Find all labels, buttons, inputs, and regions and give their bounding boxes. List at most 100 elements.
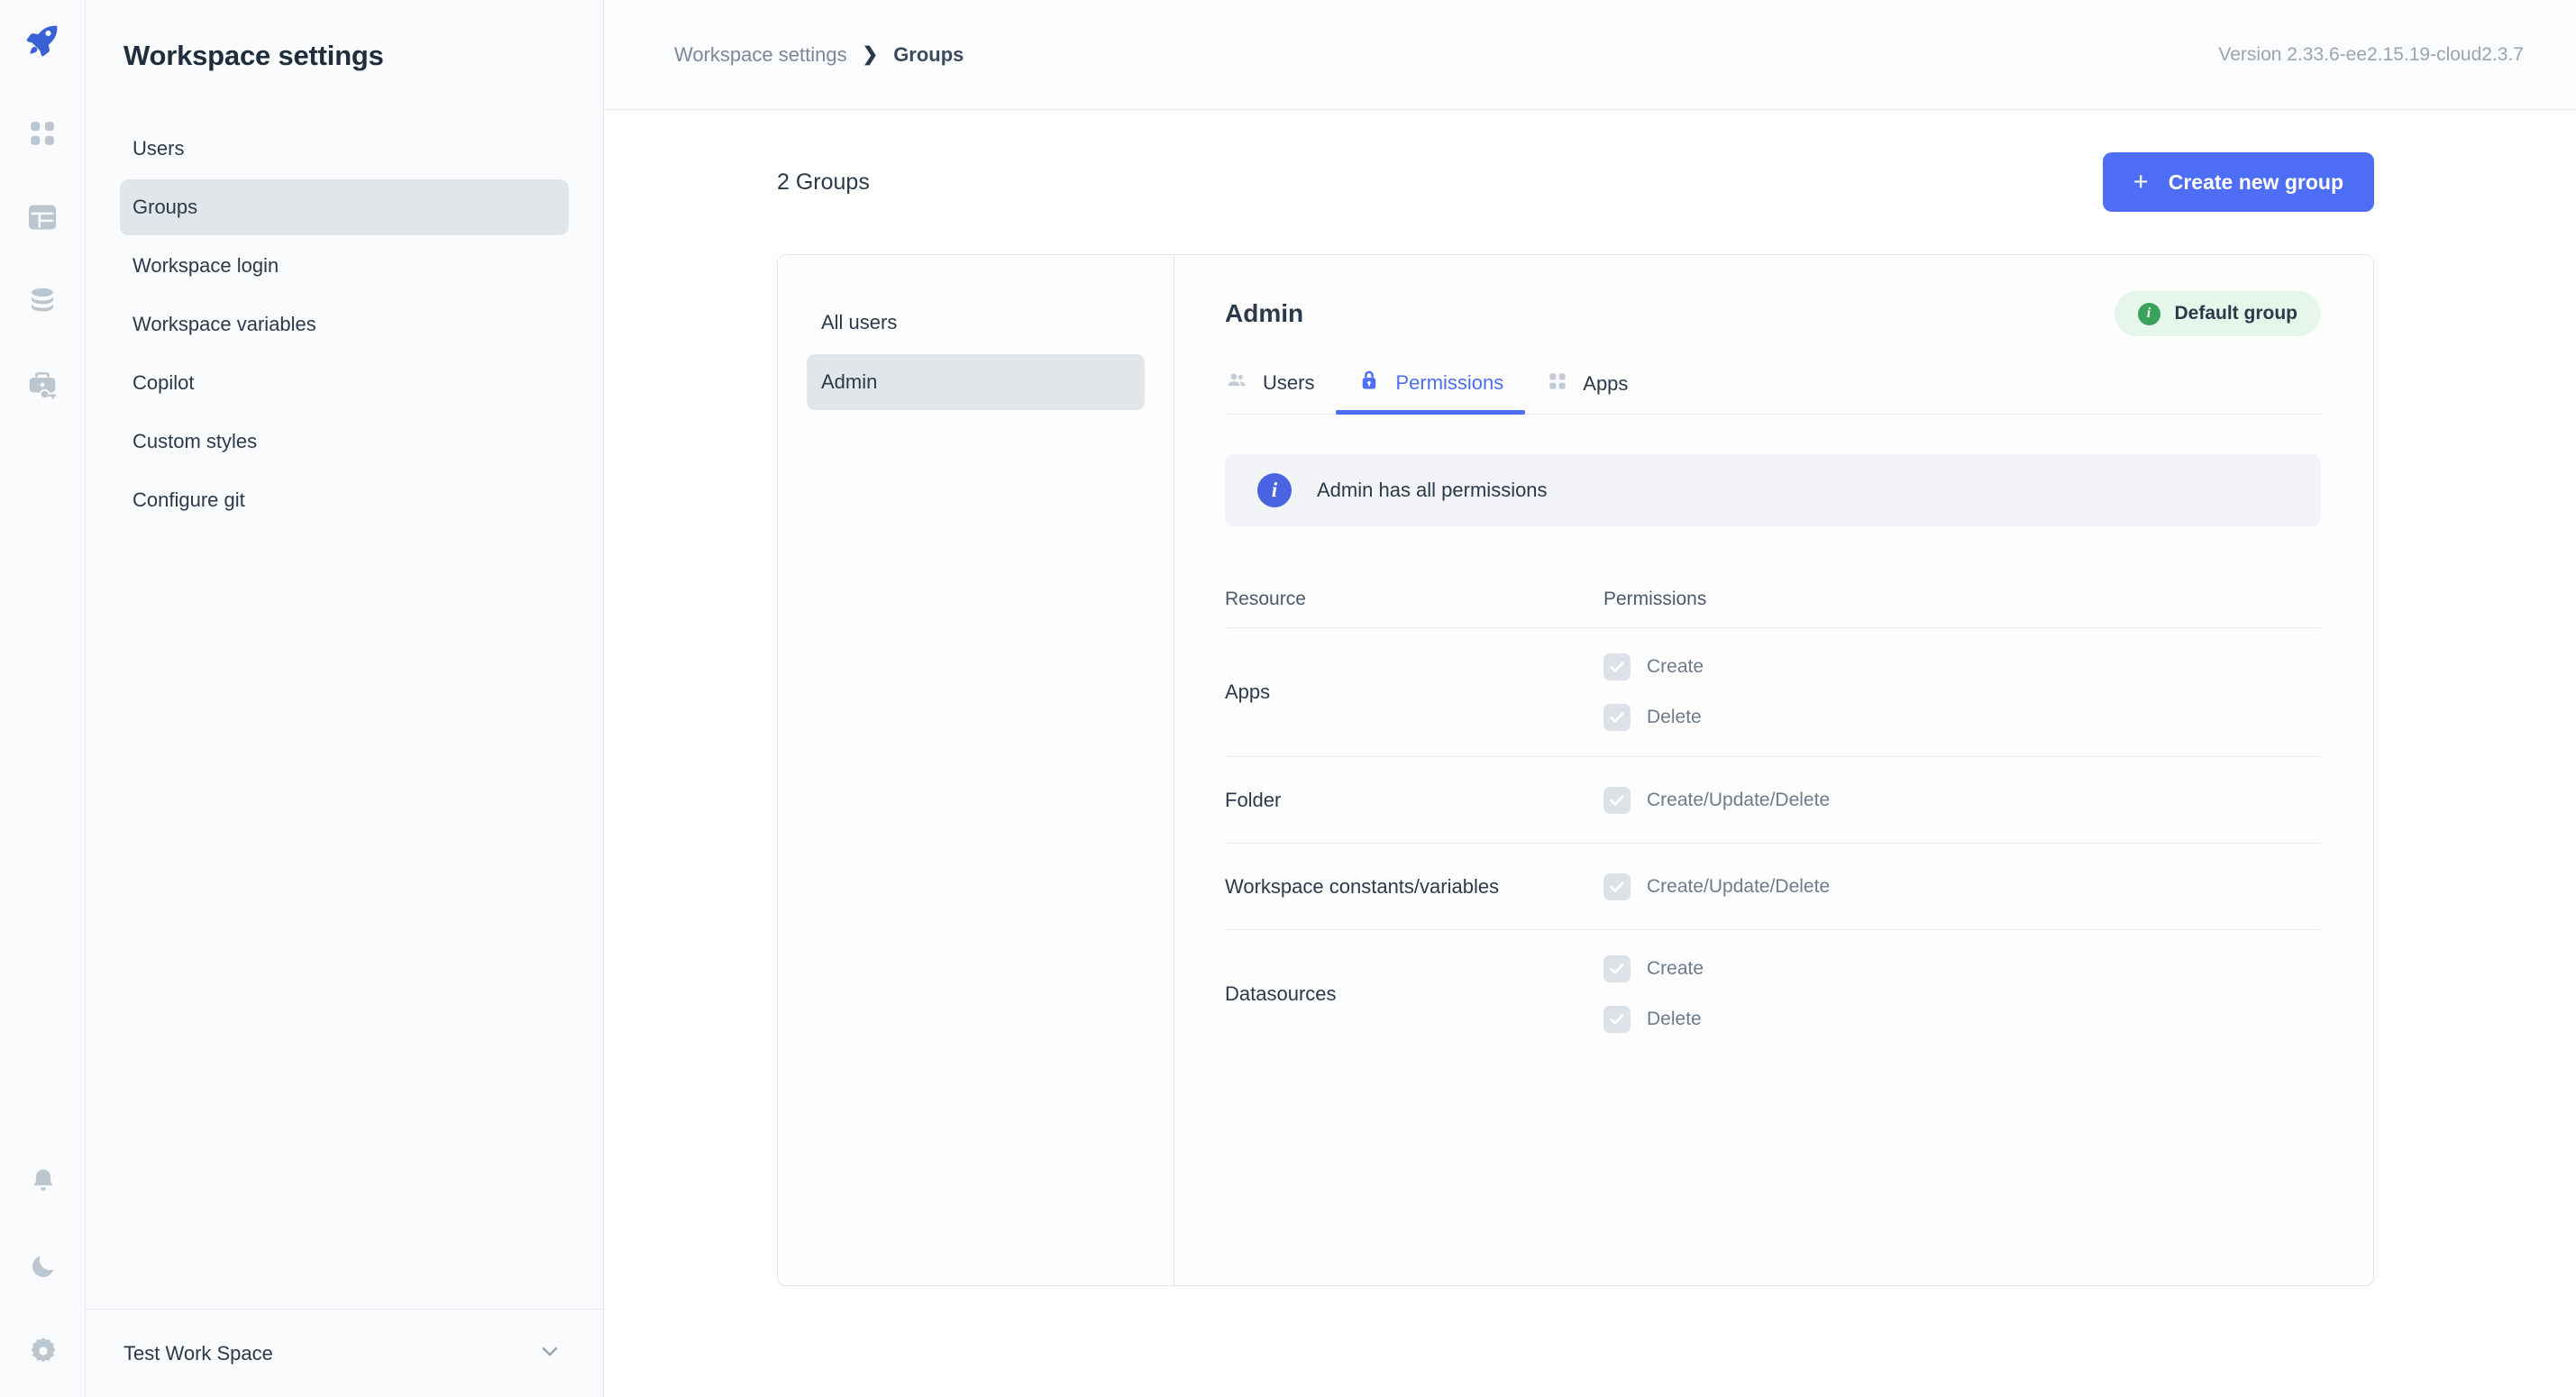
plus-icon: + (2133, 169, 2149, 196)
info-icon: i (1257, 473, 1292, 507)
tab-users-label: Users (1263, 371, 1314, 395)
status-badge-label: Default group (2175, 303, 2298, 324)
create-new-group-button[interactable]: + Create new group (2103, 152, 2374, 212)
resource-name: Workspace constants/variables (1225, 875, 1603, 899)
rocket-logo[interactable] (22, 20, 63, 66)
sidebar-item-configure-git[interactable]: Configure git (120, 472, 569, 528)
info-icon: i (2138, 303, 2160, 325)
tab-apps[interactable]: Apps (1525, 370, 1649, 414)
sidebar-item-copilot[interactable]: Copilot (120, 355, 569, 411)
groups-card: All users Admin Admin i Defa (777, 254, 2374, 1286)
checkbox-checked-icon[interactable] (1603, 873, 1631, 900)
grid-apps-icon[interactable] (22, 113, 63, 154)
permission-label: Create/Update/Delete (1647, 790, 1830, 811)
gear-icon[interactable] (23, 1330, 64, 1372)
group-item-label: All users (821, 311, 897, 334)
tab-apps-label: Apps (1583, 372, 1628, 396)
sidebar-item-workspace-variables[interactable]: Workspace variables (120, 297, 569, 352)
checkbox-checked-icon[interactable] (1603, 704, 1631, 731)
sidebar-item-label: Workspace variables (132, 313, 316, 336)
permission-label: Delete (1647, 707, 1702, 728)
permission-label: Create (1647, 958, 1704, 980)
database-icon[interactable] (22, 280, 63, 322)
permission-item[interactable]: Delete (1603, 1006, 2321, 1033)
permission-item[interactable]: Create/Update/Delete (1603, 873, 2321, 900)
permissions-cell: Create/Update/Delete (1603, 762, 2321, 839)
users-icon (1225, 369, 1248, 397)
sidebar-item-workspace-login[interactable]: Workspace login (120, 238, 569, 294)
group-tabs: Users (1225, 369, 2321, 415)
permissions-cell: Create Delete (1603, 628, 2321, 756)
top-bar: Workspace settings ❯ Groups Version 2.33… (604, 0, 2576, 110)
workspace-name: Test Work Space (123, 1342, 273, 1365)
page-title: Workspace settings (86, 0, 603, 72)
tab-permissions-label: Permissions (1395, 371, 1503, 395)
sidebar-item-label: Configure git (132, 488, 245, 512)
sidebar-item-label: Users (132, 137, 184, 160)
table-row: Datasources Create (1225, 929, 2321, 1058)
breadcrumb-root[interactable]: Workspace settings (674, 43, 847, 67)
breadcrumb-current: Groups (893, 43, 964, 67)
groups-count: 2 Groups (777, 169, 870, 196)
permissions-cell: Create Delete (1603, 930, 2321, 1058)
app-root: Workspace settings Users Groups Workspac… (0, 0, 2576, 1397)
permission-item[interactable]: Create (1603, 653, 2321, 680)
content-area: 2 Groups + Create new group All users (604, 110, 2576, 1397)
bell-icon[interactable] (23, 1161, 64, 1202)
group-item-label: Admin (821, 370, 877, 394)
tab-permissions[interactable]: Permissions (1336, 369, 1525, 414)
resource-name: Datasources (1225, 982, 1603, 1006)
groups-list: All users Admin (807, 295, 1145, 410)
table-row: Folder Create/Update/Delete (1225, 756, 2321, 843)
checkbox-checked-icon[interactable] (1603, 955, 1631, 982)
sidebar-item-groups[interactable]: Groups (120, 179, 569, 235)
permission-item[interactable]: Create/Update/Delete (1603, 787, 2321, 814)
group-detail-header: Admin i Default group (1225, 291, 2321, 336)
create-new-group-label: Create new group (2169, 170, 2343, 195)
briefcase-key-icon[interactable] (22, 364, 63, 406)
table-row: Workspace constants/variables Create/Upd… (1225, 843, 2321, 929)
breadcrumb: Workspace settings ❯ Groups (674, 43, 964, 67)
rail-items (22, 113, 63, 406)
page-header: 2 Groups + Create new group (777, 110, 2374, 254)
main-area: Workspace settings ❯ Groups Version 2.33… (604, 0, 2576, 1397)
settings-sidebar: Workspace settings Users Groups Workspac… (86, 0, 604, 1397)
lock-icon (1357, 369, 1381, 397)
permissions-table: Resource Permissions Apps (1225, 571, 2321, 1058)
workspace-switcher[interactable]: Test Work Space (86, 1309, 604, 1397)
table-header-row: Resource Permissions (1225, 571, 2321, 627)
table-row: Apps Create (1225, 627, 2321, 756)
checkbox-checked-icon[interactable] (1603, 1006, 1631, 1033)
checkbox-checked-icon[interactable] (1603, 787, 1631, 814)
rail-bottom-icons (0, 1161, 86, 1372)
checkbox-checked-icon[interactable] (1603, 653, 1631, 680)
group-item-all-users[interactable]: All users (807, 295, 1145, 351)
chevron-right-icon: ❯ (863, 43, 879, 66)
grid-icon (1547, 370, 1568, 397)
status-badge: i Default group (2115, 291, 2322, 336)
sidebar-item-label: Groups (132, 196, 197, 219)
permission-item[interactable]: Delete (1603, 704, 2321, 731)
group-item-admin[interactable]: Admin (807, 354, 1145, 410)
sidebar-item-label: Copilot (132, 371, 194, 395)
sidebar-item-users[interactable]: Users (120, 121, 569, 177)
resource-name: Folder (1225, 789, 1603, 812)
moon-icon[interactable] (23, 1246, 64, 1287)
sidebar-item-custom-styles[interactable]: Custom styles (120, 414, 569, 470)
icon-rail (0, 0, 86, 1397)
permission-label: Create/Update/Delete (1647, 876, 1830, 898)
sidebar-item-label: Workspace login (132, 254, 279, 278)
group-detail-panel: Admin i Default group (1174, 255, 2373, 1285)
layout-template-icon[interactable] (22, 196, 63, 238)
group-name: Admin (1225, 299, 1303, 328)
permissions-cell: Create/Update/Delete (1603, 848, 2321, 926)
tab-users[interactable]: Users (1225, 369, 1336, 414)
column-header-resource: Resource (1225, 589, 1603, 610)
groups-list-panel: All users Admin (778, 255, 1174, 1285)
info-banner-text: Admin has all permissions (1317, 479, 1548, 502)
permission-label: Delete (1647, 1009, 1702, 1030)
version-label: Version 2.33.6-ee2.15.19-cloud2.3.7 (2218, 44, 2524, 66)
permission-item[interactable]: Create (1603, 955, 2321, 982)
chevron-down-icon (537, 1338, 562, 1368)
sidebar-item-label: Custom styles (132, 430, 257, 453)
